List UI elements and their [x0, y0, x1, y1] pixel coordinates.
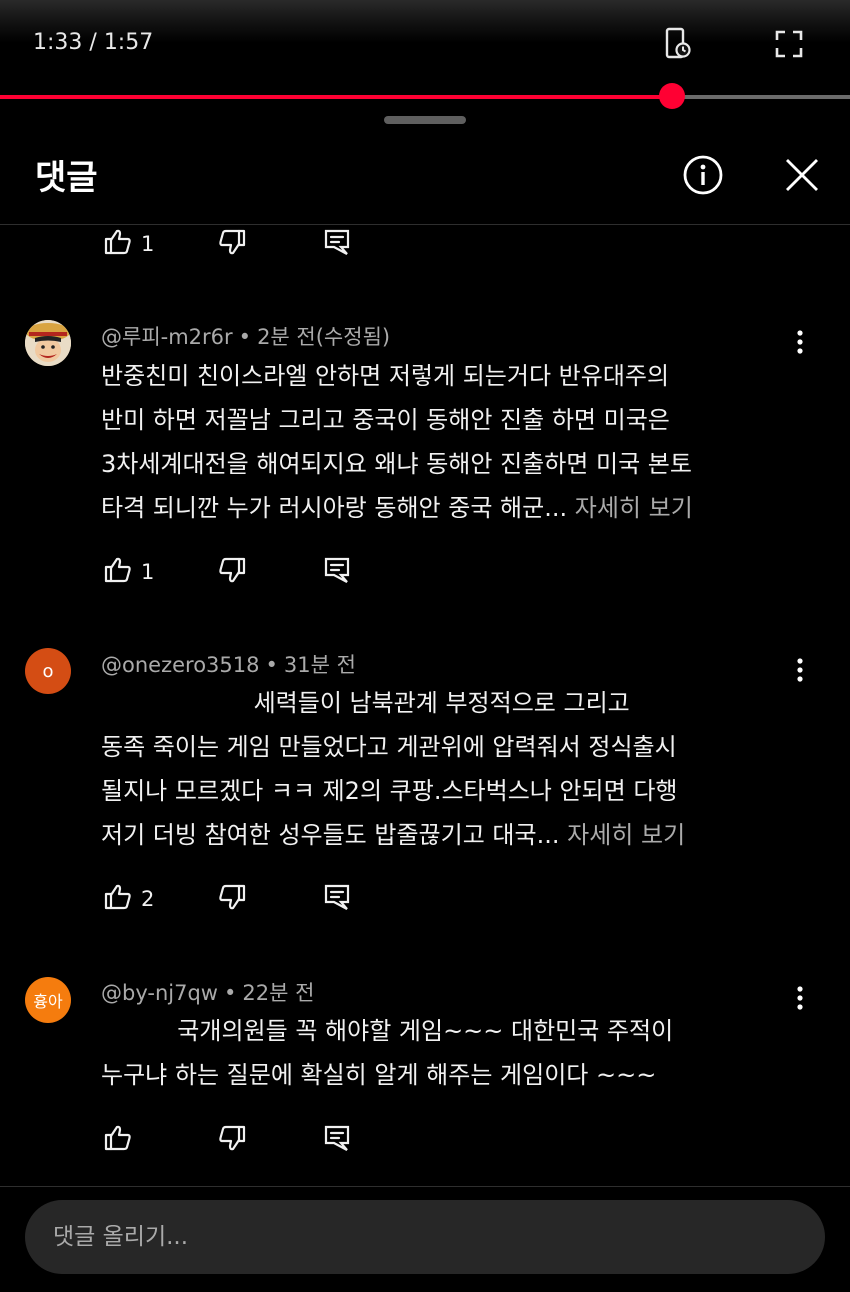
read-more-link[interactable]: 자세히 보기: [567, 821, 685, 849]
thumbs-up-icon: [103, 555, 133, 589]
luffy-avatar-icon: [25, 320, 71, 366]
comment-meta: @by-nj7qw • 22분 전: [101, 981, 315, 1005]
progress-bar[interactable]: [0, 95, 850, 99]
like-count: 1: [141, 232, 155, 256]
dislike-button[interactable]: [217, 552, 247, 592]
playback-settings-icon[interactable]: [662, 26, 694, 66]
like-button[interactable]: 2: [103, 879, 154, 919]
avatar[interactable]: [25, 320, 71, 366]
dislike-button[interactable]: [217, 1120, 247, 1160]
progress-fill: [0, 95, 672, 99]
reply-button[interactable]: [322, 879, 352, 919]
like-count: 1: [141, 560, 155, 584]
comment-time: 31분 전: [283, 653, 356, 677]
comment-author[interactable]: @by-nj7qw: [101, 981, 218, 1005]
thumbs-down-icon: [217, 555, 247, 589]
drag-handle[interactable]: [384, 116, 466, 124]
comment-text: 국개의원들 꼭 해야할 게임~~~ 대한민국 주적이 누구냐 하는 질문에 확실…: [101, 1017, 674, 1089]
avatar[interactable]: o: [25, 648, 71, 694]
reply-button[interactable]: [322, 224, 352, 264]
reply-icon: [322, 1123, 352, 1157]
avatar-letter: 흉아: [33, 992, 63, 1011]
time-total: 1:57: [103, 30, 154, 55]
like-button[interactable]: [103, 1120, 133, 1160]
comment-actions: 1: [0, 552, 850, 592]
info-icon[interactable]: [681, 153, 725, 197]
comment-text: 반중친미 친이스라엘 안하면 저렇게 되는거다 반유대주의 반미 하면 저꼴남 …: [101, 362, 693, 522]
page-title: 댓글: [35, 158, 98, 198]
fullscreen-icon[interactable]: [774, 29, 804, 63]
time-current: 1:33: [33, 30, 83, 55]
comment-author[interactable]: @onezero3518: [101, 653, 259, 677]
reply-icon: [322, 227, 352, 261]
thumbs-up-icon: [103, 227, 133, 261]
time-display: 1:33 / 1:57: [33, 30, 154, 55]
thumbs-down-icon: [217, 227, 247, 261]
thumbs-down-icon: [217, 882, 247, 916]
reply-icon: [322, 882, 352, 916]
comment-actions: 1: [0, 224, 850, 264]
like-button[interactable]: 1: [103, 552, 154, 592]
comment-time: 22분 전: [242, 981, 315, 1005]
reply-icon: [322, 555, 352, 589]
comment-text: 세력들이 남북관계 부정적으로 그리고 동족 죽이는 게임 만들었다고 게관위에…: [101, 689, 686, 849]
like-count: 2: [141, 887, 155, 911]
comment-actions: [0, 1120, 850, 1160]
comment-meta: @onezero3518 • 31분 전: [101, 653, 356, 677]
dislike-button[interactable]: [217, 224, 247, 264]
thumbs-up-icon: [103, 882, 133, 916]
avatar-letter: o: [42, 660, 54, 682]
comment-meta: @루피-m2r6r • 2분 전(수정됨): [101, 325, 391, 349]
like-button[interactable]: 1: [103, 224, 154, 264]
thumbs-down-icon: [217, 1123, 247, 1157]
progress-scrubber[interactable]: [658, 83, 685, 109]
comment-time: 2분 전(수정됨): [257, 325, 391, 349]
thumbs-up-icon: [103, 1123, 133, 1157]
avatar[interactable]: 흉아: [25, 977, 71, 1023]
close-icon[interactable]: [780, 153, 824, 197]
comment-author[interactable]: @루피-m2r6r: [101, 325, 233, 349]
dislike-button[interactable]: [217, 879, 247, 919]
reply-button[interactable]: [322, 552, 352, 592]
reply-button[interactable]: [322, 1120, 352, 1160]
comment-input[interactable]: [25, 1200, 825, 1274]
footer-divider: [0, 1186, 850, 1187]
read-more-link[interactable]: 자세히 보기: [575, 494, 693, 522]
comment-actions: 2: [0, 879, 850, 919]
